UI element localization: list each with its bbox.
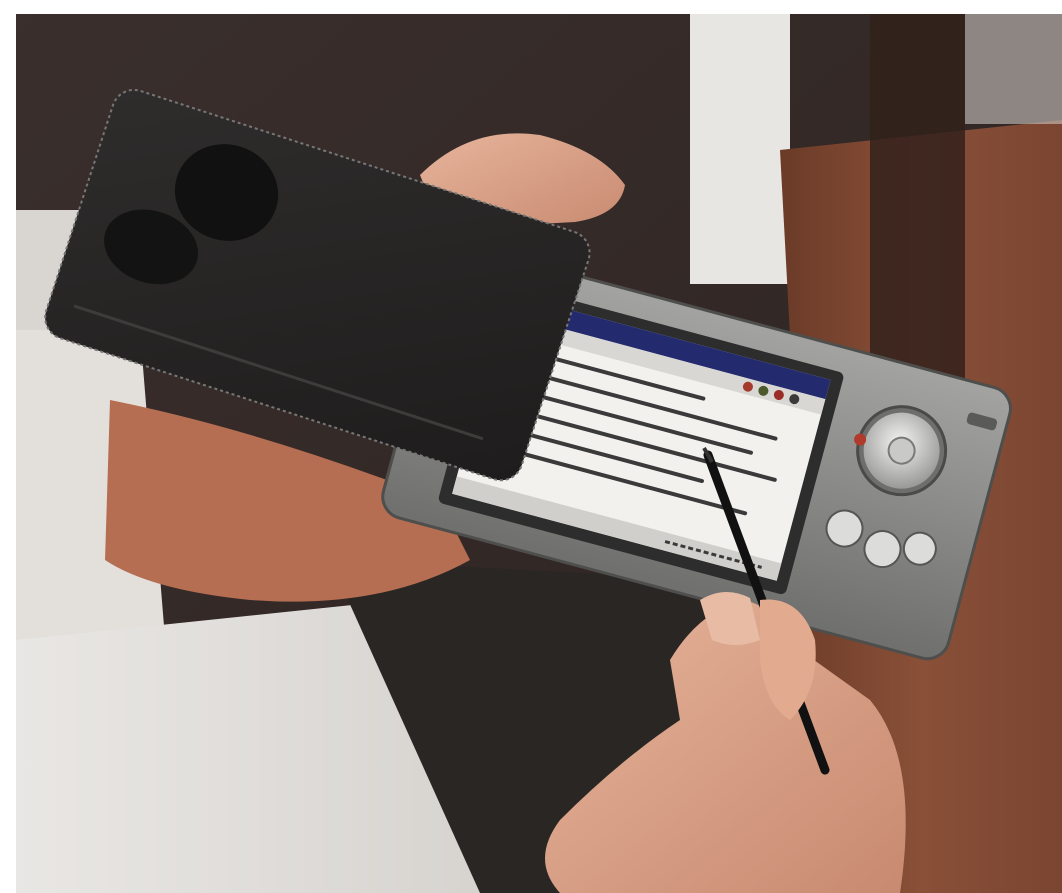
scan-border-top [0, 0, 1062, 14]
photo-canvas [0, 0, 1062, 893]
scan-border-left [0, 0, 16, 893]
photo [0, 0, 1062, 893]
dark-post [870, 14, 965, 414]
bright-wall-patch [690, 14, 790, 284]
upper-right-light [965, 14, 1062, 124]
